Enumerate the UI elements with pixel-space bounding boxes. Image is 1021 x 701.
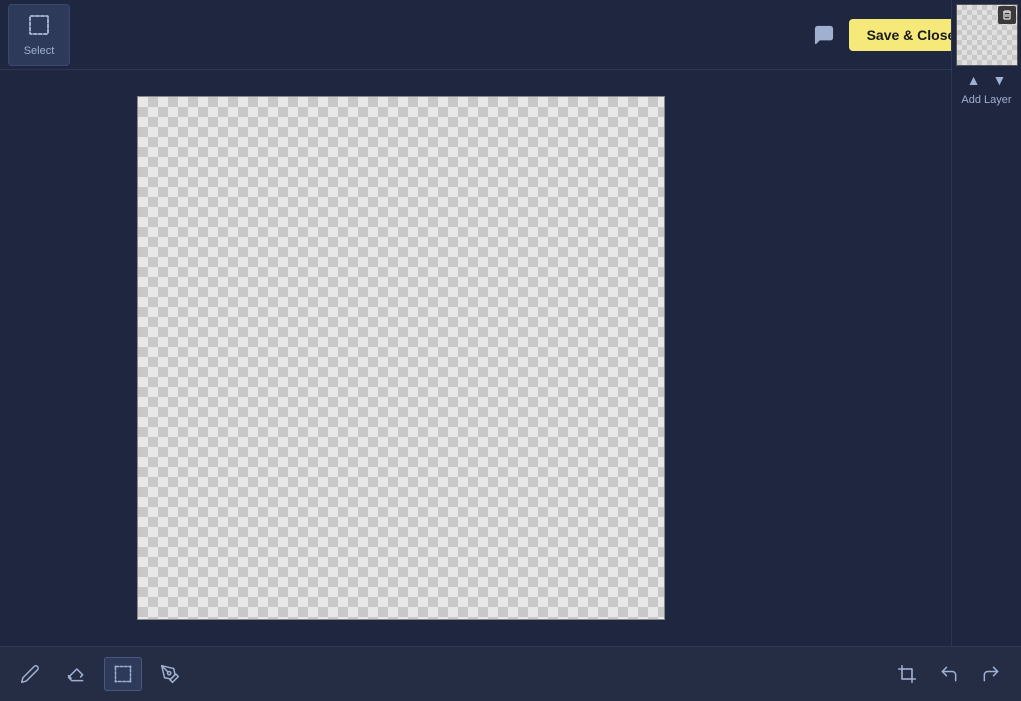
select-tool-label: Select bbox=[24, 45, 55, 57]
top-toolbar: Select Save & Close × bbox=[0, 0, 1021, 70]
bottom-tools-right bbox=[889, 658, 1009, 690]
layer-delete-button[interactable] bbox=[998, 6, 1016, 24]
bottom-tools-left bbox=[12, 657, 188, 691]
layer-up-button[interactable]: ▲ bbox=[963, 70, 985, 90]
bottom-toolbar bbox=[0, 646, 1021, 701]
eraser-icon bbox=[66, 664, 86, 684]
annotate-icon bbox=[813, 24, 835, 46]
add-layer-label: Add Layer bbox=[961, 94, 1011, 106]
undo-button[interactable] bbox=[931, 658, 967, 690]
crop-button[interactable] bbox=[889, 658, 925, 690]
undo-icon bbox=[939, 664, 959, 684]
arrow-up-icon: ▲ bbox=[967, 72, 981, 88]
layer-down-button[interactable]: ▼ bbox=[989, 70, 1011, 90]
trash-icon bbox=[1001, 9, 1013, 21]
draw-button[interactable] bbox=[12, 658, 48, 690]
redo-icon bbox=[981, 664, 1001, 684]
select-rect-icon bbox=[113, 664, 133, 684]
layer-thumbnail-container bbox=[956, 4, 1018, 66]
select-tool-icon bbox=[27, 13, 51, 41]
select-rect-button[interactable] bbox=[104, 657, 142, 691]
redo-button[interactable] bbox=[973, 658, 1009, 690]
canvas-checkerboard[interactable] bbox=[137, 96, 665, 620]
arrow-down-icon: ▼ bbox=[993, 72, 1007, 88]
pen-icon bbox=[160, 664, 180, 684]
crop-icon bbox=[897, 664, 917, 684]
select-tool[interactable]: Select bbox=[8, 4, 70, 66]
right-panel: ▲ ▼ Add Layer bbox=[951, 0, 1021, 701]
pen-button[interactable] bbox=[152, 658, 188, 690]
canvas-area bbox=[0, 70, 801, 646]
erase-button[interactable] bbox=[58, 658, 94, 690]
annotate-button[interactable] bbox=[807, 18, 841, 52]
layer-arrows: ▲ ▼ bbox=[963, 70, 1011, 90]
pencil-icon bbox=[20, 664, 40, 684]
